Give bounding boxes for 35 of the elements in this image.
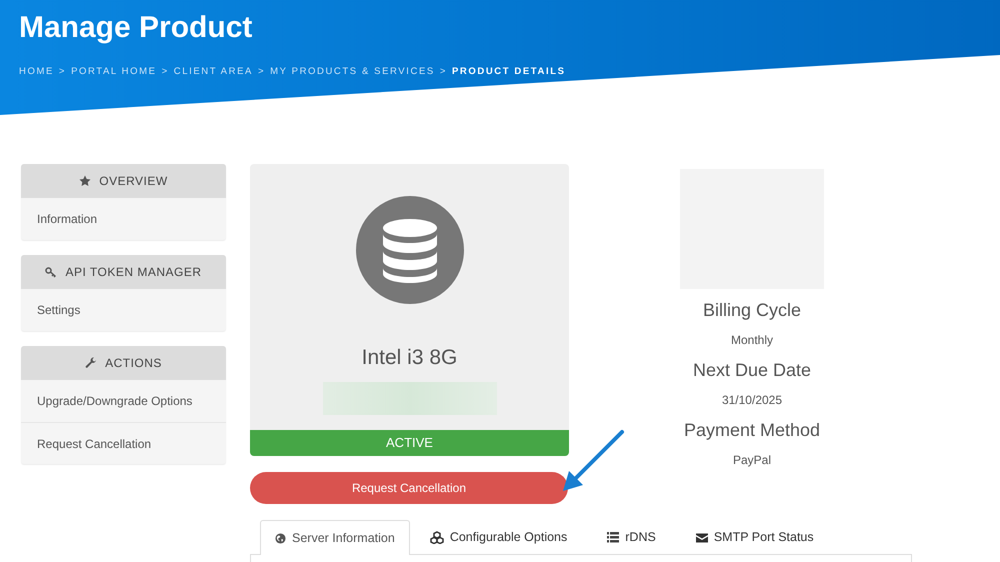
detail-label: Payment Method <box>684 419 820 442</box>
cubes-icon <box>430 531 444 544</box>
envelope-icon <box>696 532 708 542</box>
product-name: Intel i3 8G <box>362 345 458 371</box>
panel-title: ACTIONS <box>105 355 162 372</box>
request-cancellation-button[interactable]: Request Cancellation <box>250 472 568 504</box>
detail-value: Monthly <box>730 332 773 349</box>
detail-value: 31/10/2025 <box>722 392 782 409</box>
star-icon <box>79 175 92 187</box>
tab[interactable]: SMTP Port Status <box>676 520 834 555</box>
database-icon <box>356 196 464 304</box>
server-list-icon <box>607 532 620 543</box>
breadcrumb-separator: > <box>162 65 169 79</box>
sidebar-item[interactable]: Information <box>21 198 226 240</box>
sidebar-item[interactable]: Upgrade/Downgrade Options <box>21 380 226 422</box>
wrench-icon <box>85 357 98 369</box>
breadcrumb-separator: > <box>440 65 447 79</box>
tab[interactable]: rDNS <box>587 520 676 555</box>
breadcrumb-separator: > <box>58 65 66 79</box>
panel-title: OVERVIEW <box>99 173 168 190</box>
breadcrumb-current[interactable]: PRODUCT DETAILS <box>452 65 566 80</box>
detail-label: Billing Cycle <box>702 299 802 322</box>
sidebar-item[interactable]: Settings <box>21 289 226 331</box>
globe-icon <box>275 532 286 544</box>
key-icon <box>45 266 58 278</box>
breadcrumb-separator: > <box>258 65 266 79</box>
detail-label: Next Due Date <box>692 359 812 382</box>
detail-value: PayPal <box>732 452 771 469</box>
sidebar-item[interactable]: Request Cancellation <box>21 422 226 464</box>
panel-title: API TOKEN MANAGER <box>65 264 202 281</box>
status-bar: ACTIVE <box>250 430 569 456</box>
page-title: Manage Product <box>19 10 252 46</box>
tab[interactable]: Configurable Options <box>410 520 588 555</box>
tab[interactable]: Server Information <box>260 520 410 555</box>
annotation-arrow <box>560 428 626 494</box>
